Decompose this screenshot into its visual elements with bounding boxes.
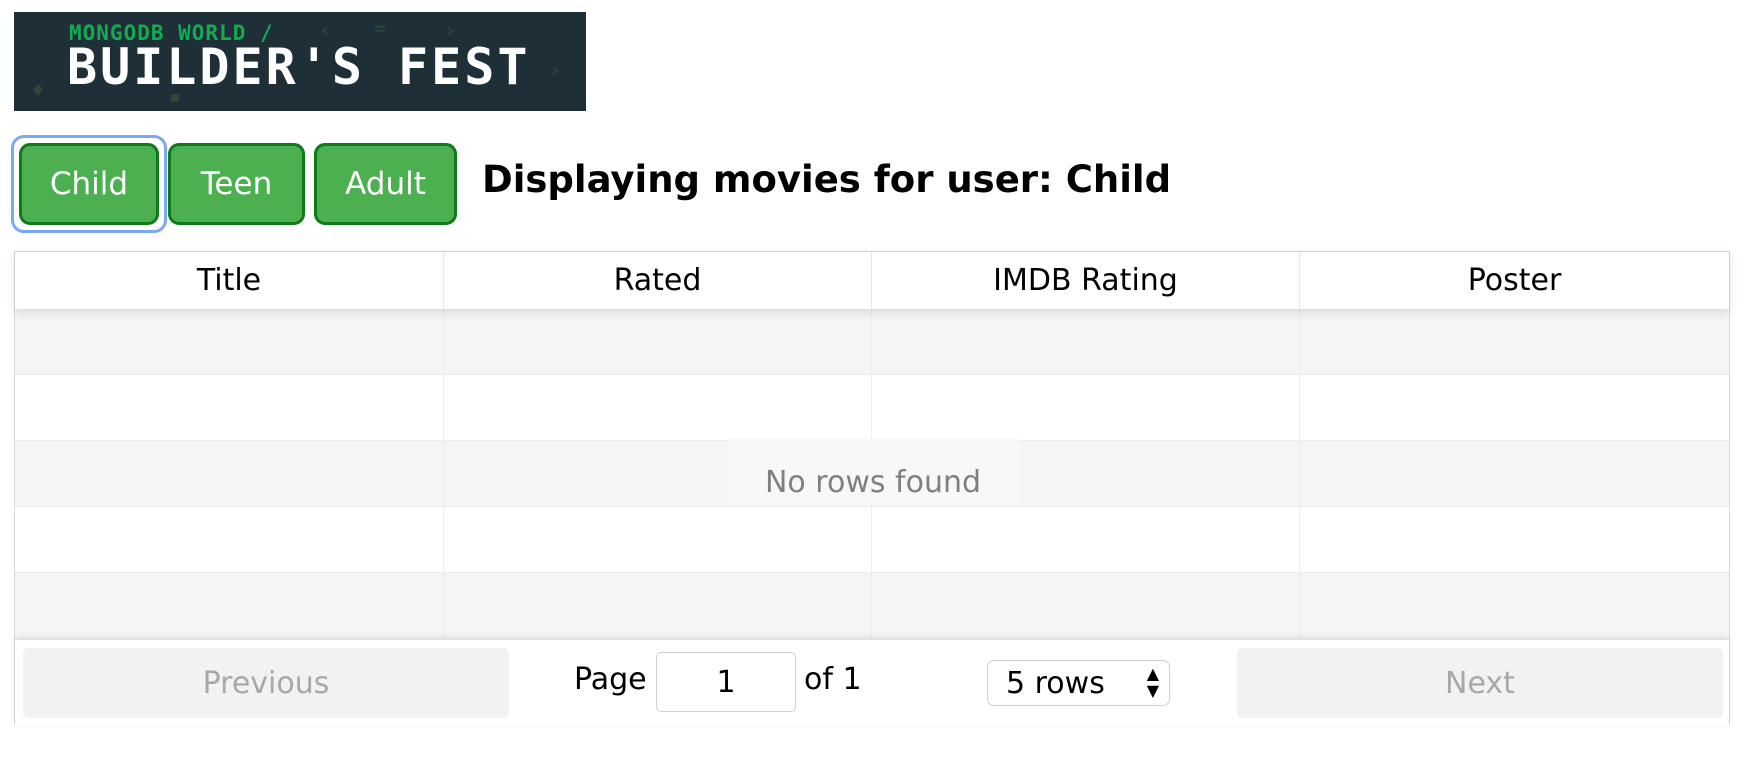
table-row — [15, 375, 1729, 441]
table-row — [15, 309, 1729, 375]
table-row — [15, 573, 1729, 639]
table-cell — [15, 309, 444, 374]
banner-logo: ‹ = › ♦ ▪ › MONGODB WORLD / BUILDER'S FE… — [14, 12, 586, 111]
column-header-poster[interactable]: Poster — [1300, 252, 1729, 309]
table-cell — [872, 375, 1300, 440]
pixel-decoration: ♦ — [32, 78, 45, 102]
column-header-title[interactable]: Title — [15, 252, 444, 309]
pixel-decoration: = — [374, 16, 387, 40]
adult-button[interactable]: Adult — [314, 143, 457, 225]
table-cell — [872, 573, 1300, 638]
table-cell — [15, 573, 444, 638]
teen-button[interactable]: Teen — [168, 143, 305, 225]
pixel-decoration: › — [549, 58, 562, 82]
table-row — [15, 507, 1729, 573]
table-cell — [1300, 375, 1729, 440]
table-cell — [444, 309, 872, 374]
table-cell — [15, 375, 444, 440]
table-cell — [1300, 573, 1729, 638]
table-cell — [1300, 507, 1729, 572]
pagination-bar: Previous Page of 1 5 rows ▲▼ Next — [15, 639, 1729, 725]
next-button[interactable]: Next — [1237, 648, 1723, 718]
page-title: Displaying movies for user: Child — [482, 158, 1172, 201]
table-cell — [444, 507, 872, 572]
column-header-imdb-rating[interactable]: IMDB Rating — [872, 252, 1300, 309]
table-cell — [872, 507, 1300, 572]
child-button[interactable]: Child — [19, 143, 159, 225]
page-label: Page — [574, 662, 647, 697]
table-cell — [1300, 309, 1729, 374]
table-cell — [444, 375, 872, 440]
select-arrows-icon: ▲ ▼ — [1146, 664, 1159, 700]
banner-title: BUILDER'S FEST — [67, 38, 531, 96]
page-count-label: of 1 — [804, 662, 862, 697]
table-cell — [444, 573, 872, 638]
table-cell — [1300, 441, 1729, 506]
rows-per-page-select[interactable]: 5 rows ▲ ▼ — [987, 660, 1170, 706]
table-cell — [872, 309, 1300, 374]
column-header-rated[interactable]: Rated — [444, 252, 872, 309]
table-cell — [15, 507, 444, 572]
table-cell — [15, 441, 444, 506]
rows-per-page-value: 5 rows — [1006, 665, 1105, 701]
no-rows-message: No rows found — [728, 438, 1018, 504]
previous-button[interactable]: Previous — [23, 648, 509, 718]
table-header: Title Rated IMDB Rating Poster — [15, 252, 1729, 309]
app-root: ‹ = › ♦ ▪ › MONGODB WORLD / BUILDER'S FE… — [0, 0, 1748, 768]
movies-table: Title Rated IMDB Rating Poster No rows f… — [14, 251, 1730, 725]
page-number-input[interactable] — [656, 652, 796, 712]
